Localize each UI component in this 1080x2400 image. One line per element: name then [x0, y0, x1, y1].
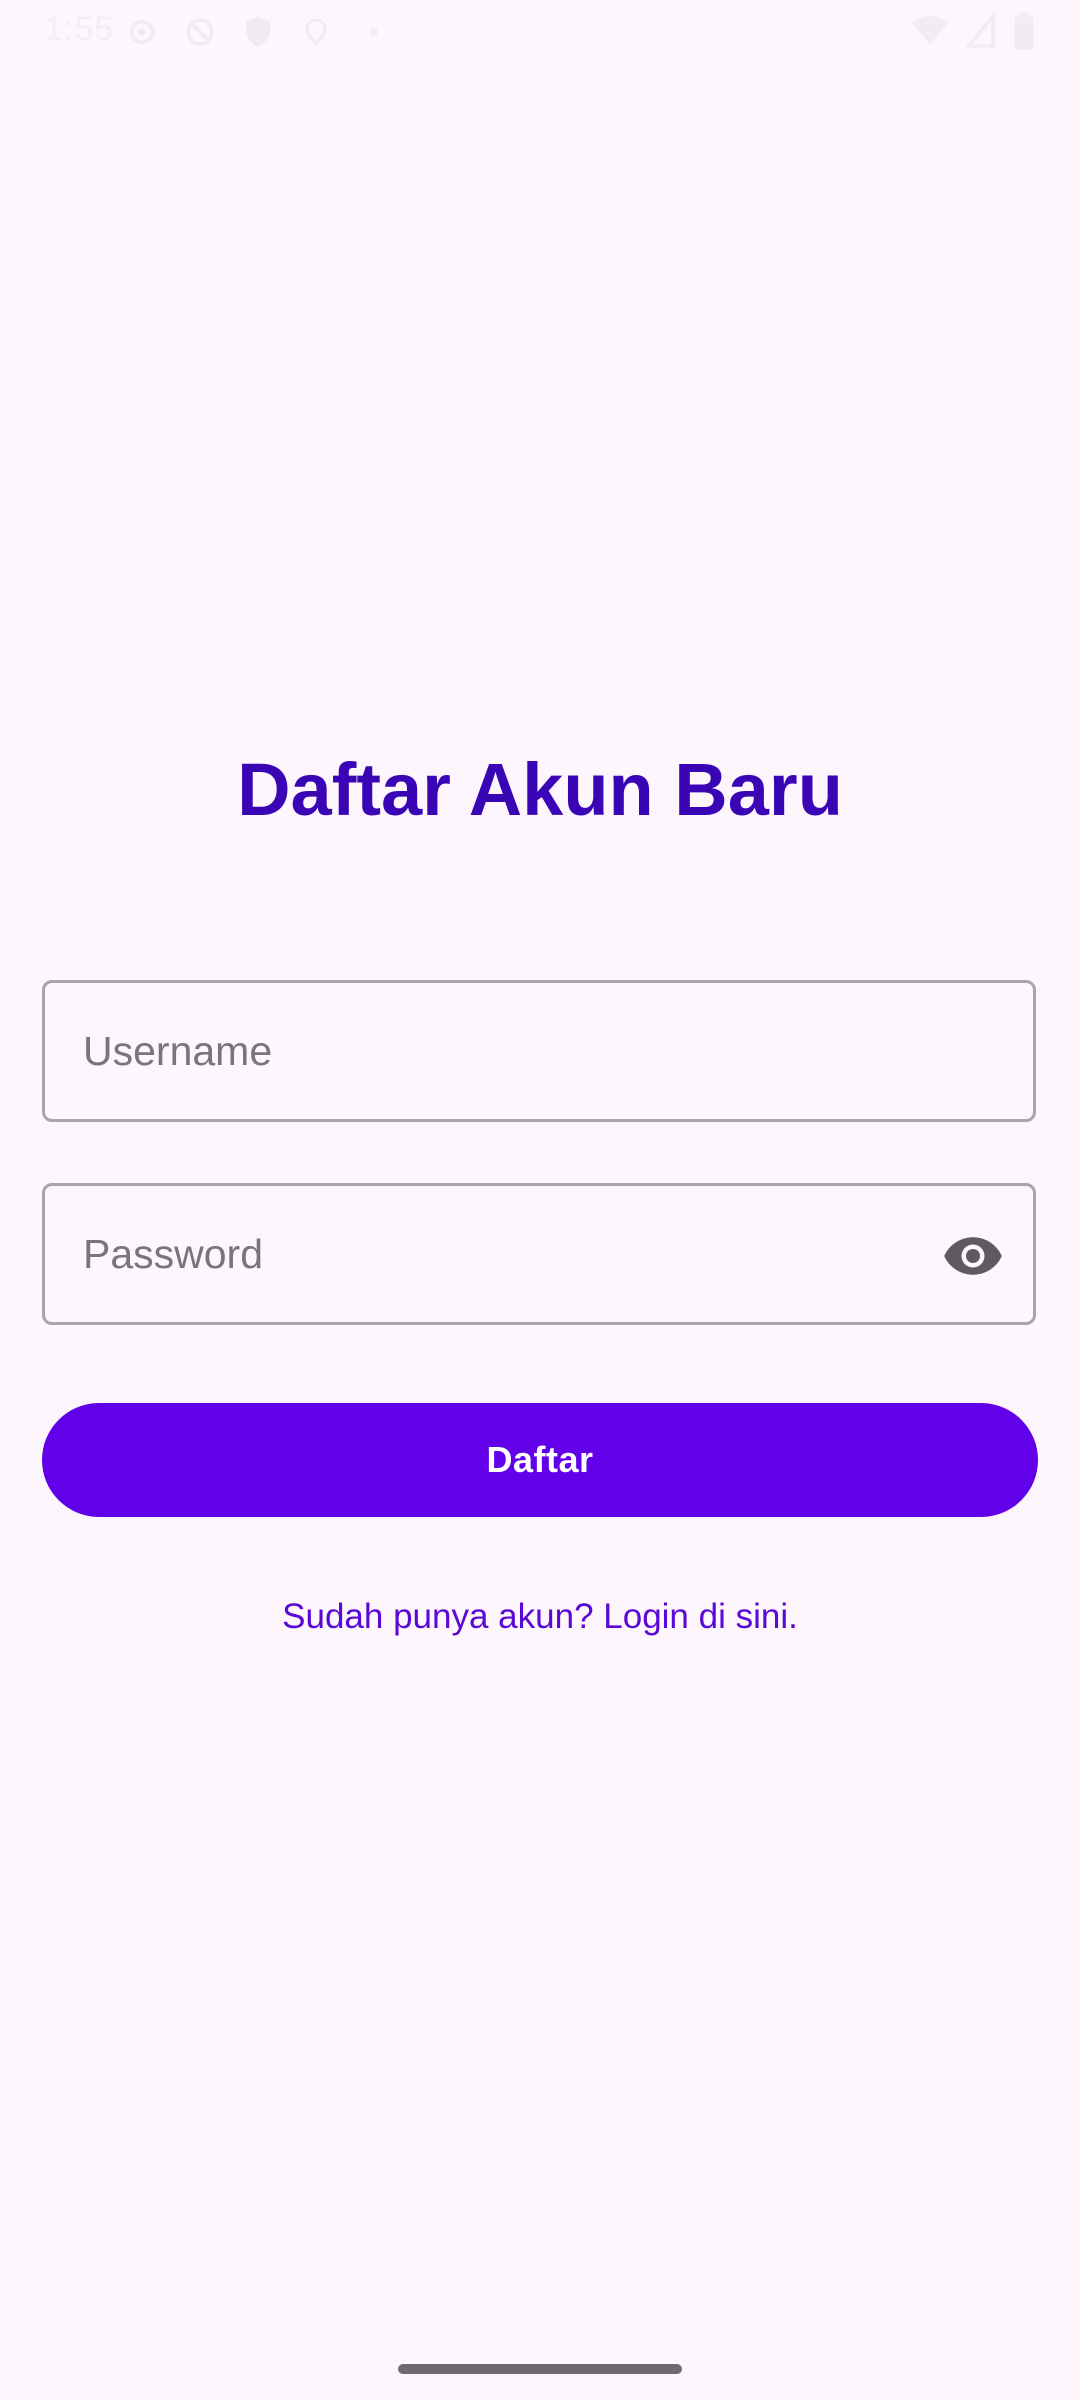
- dot-icon: [356, 14, 392, 50]
- status-icons-left: [124, 14, 392, 50]
- register-button[interactable]: Daftar: [42, 1403, 1038, 1517]
- location-icon: [298, 14, 334, 50]
- signal-icon: [965, 10, 996, 54]
- battery-icon: [1012, 12, 1036, 55]
- wifi-icon: [910, 13, 950, 54]
- password-input[interactable]: [83, 1186, 943, 1322]
- status-time: 1:55: [44, 10, 115, 48]
- status-bar: 1:55: [0, 0, 1080, 64]
- settings-icon: [124, 14, 160, 50]
- page-title: Daftar Akun Baru: [237, 748, 843, 831]
- do-not-disturb-icon: [182, 14, 218, 50]
- password-field[interactable]: [42, 1183, 1036, 1325]
- username-field[interactable]: [42, 980, 1036, 1122]
- shield-icon: [240, 14, 276, 50]
- gesture-nav-handle[interactable]: [398, 2364, 682, 2374]
- eye-icon[interactable]: [941, 1224, 1005, 1288]
- username-input[interactable]: [83, 983, 943, 1119]
- status-icons-right: [910, 10, 1036, 55]
- login-link[interactable]: Sudah punya akun? Login di sini.: [0, 1592, 1080, 1642]
